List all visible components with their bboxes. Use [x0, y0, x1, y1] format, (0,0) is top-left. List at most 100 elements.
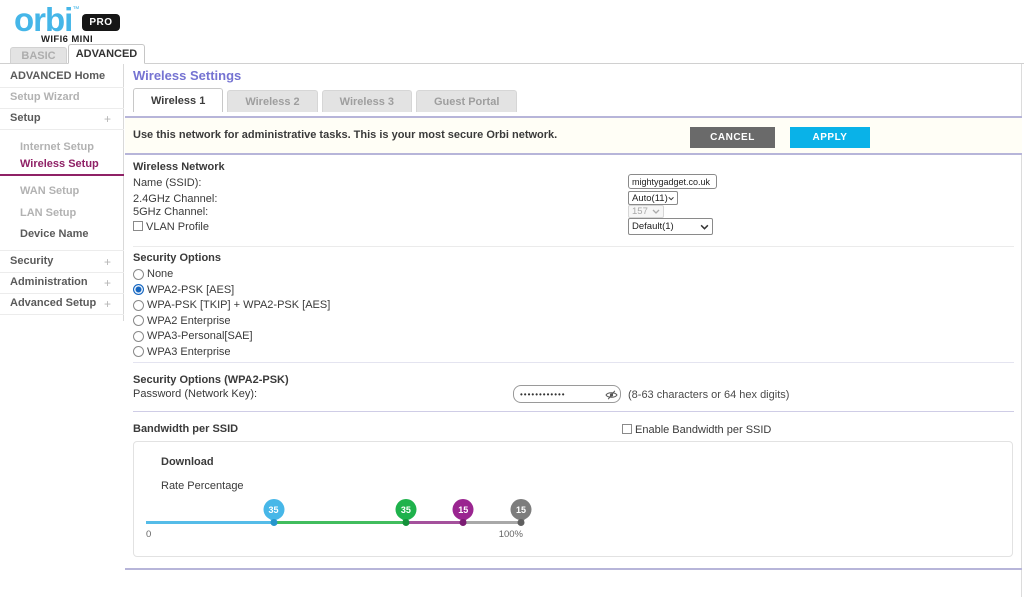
slider-pin-value: 35	[268, 505, 278, 515]
slider-pin-4[interactable]: 15	[511, 499, 532, 520]
divider	[0, 129, 124, 130]
slider-dot	[270, 519, 277, 526]
page-title: Wireless Settings	[133, 68, 241, 83]
divider	[0, 87, 124, 88]
chevron-down-icon	[652, 209, 660, 214]
sidebar-item-administration[interactable]: Administration	[10, 276, 88, 288]
sidebar-item-device-name[interactable]: Device Name	[20, 228, 89, 240]
sidebar-item-advanced-setup[interactable]: Advanced Setup	[10, 297, 96, 309]
sidebar-item-wireless-setup[interactable]: Wireless Setup	[20, 158, 99, 170]
notice-message: Use this network for administrative task…	[133, 129, 557, 141]
radio-icon[interactable]	[133, 269, 144, 280]
vlan-profile-select[interactable]: Default(1)	[628, 218, 713, 235]
tab-wireless-1[interactable]: Wireless 1	[133, 88, 223, 112]
sidebar-item-setup[interactable]: Setup	[10, 112, 41, 124]
slider-segment-4	[463, 521, 521, 524]
section-title: Wireless Network	[133, 161, 1014, 173]
channel-5ghz-label: 5GHz Channel:	[133, 206, 208, 218]
divider	[0, 272, 124, 273]
slider-pin-2[interactable]: 35	[395, 499, 416, 520]
slider-pin-1[interactable]: 35	[263, 499, 284, 520]
section-title: Security Options	[133, 252, 1014, 264]
expand-plus-icon[interactable]: +	[104, 255, 111, 269]
wireless-network-section: Wireless Network Name (SSID): 2.4GHz Cha…	[133, 161, 1014, 247]
bandwidth-box: Download Rate Percentage 35 35	[133, 441, 1013, 557]
channel-5ghz-select: 157	[628, 205, 664, 218]
tab-wireless-2[interactable]: Wireless 2	[227, 90, 317, 112]
active-item-underline	[0, 174, 124, 176]
tab-guest-portal[interactable]: Guest Portal	[416, 90, 517, 112]
ssid-input[interactable]	[628, 174, 717, 189]
chevron-down-icon	[700, 224, 709, 230]
sidebar-item-advanced-home[interactable]: ADVANCED Home	[10, 70, 105, 82]
expand-plus-icon[interactable]: +	[104, 112, 111, 126]
download-label: Download	[161, 456, 214, 468]
vlan-profile-row: VLAN Profile	[133, 221, 209, 233]
radio-icon[interactable]	[133, 315, 144, 326]
slider-segment-2	[274, 521, 406, 524]
enable-bandwidth-row: Enable Bandwidth per SSID	[622, 424, 771, 436]
brand-logo: orbi ™ PRO WIFI6 MINI	[14, 4, 120, 45]
sidebar-item-security[interactable]: Security	[10, 255, 53, 267]
tab-basic[interactable]: BASIC	[10, 47, 67, 64]
channel-5ghz-value: 157	[632, 206, 648, 217]
radio-icon[interactable]	[133, 346, 144, 357]
divider	[133, 411, 1014, 412]
radio-option-wpa2-enterprise[interactable]: WPA2 Enterprise	[133, 315, 231, 327]
radio-label: WPA3-Personal[SAE]	[147, 330, 253, 342]
ssid-label: Name (SSID):	[133, 177, 201, 189]
radio-option-wpa3-personal-sae[interactable]: WPA3-Personal[SAE]	[133, 330, 253, 342]
radio-label: WPA2-PSK [AES]	[147, 284, 234, 296]
radio-icon[interactable]	[133, 300, 144, 311]
sidebar: ADVANCED Home Setup Wizard Setup + Inter…	[0, 64, 124, 321]
sidebar-item-setup-wizard[interactable]: Setup Wizard	[10, 91, 80, 103]
bandwidth-section: Bandwidth per SSID Enable Bandwidth per …	[133, 423, 1014, 563]
wpa2-psk-section: Security Options (WPA2-PSK) Password (Ne…	[133, 374, 1014, 411]
trademark-symbol: ™	[72, 6, 79, 13]
tab-wireless-3[interactable]: Wireless 3	[322, 90, 412, 112]
vlan-profile-label: VLAN Profile	[146, 221, 209, 233]
divider	[0, 293, 124, 294]
slider-pin-3[interactable]: 15	[453, 499, 474, 520]
sidebar-item-wan-setup[interactable]: WAN Setup	[20, 185, 79, 197]
divider	[133, 362, 1014, 363]
radio-option-wpa3-enterprise[interactable]: WPA3 Enterprise	[133, 346, 231, 358]
radio-label: WPA3 Enterprise	[147, 346, 231, 358]
cancel-button[interactable]: CANCEL	[690, 127, 775, 148]
password-label: Password (Network Key):	[133, 388, 257, 400]
slider-pin-value: 15	[458, 505, 468, 515]
radio-label: WPA-PSK [TKIP] + WPA2-PSK [AES]	[147, 299, 330, 311]
section-title: Bandwidth per SSID	[133, 423, 1014, 435]
slider-segment-1	[146, 521, 274, 524]
main-content: Wireless Settings Wireless 1 Wireless 2 …	[125, 64, 1022, 597]
sidebar-item-internet-setup[interactable]: Internet Setup	[20, 141, 94, 153]
expand-plus-icon[interactable]: +	[104, 276, 111, 290]
slider-pin-value: 35	[401, 505, 411, 515]
wireless-subtabs: Wireless 1 Wireless 2 Wireless 3 Guest P…	[133, 88, 517, 112]
slider-segment-3	[406, 521, 463, 524]
slider-pin-value: 15	[516, 505, 526, 515]
apply-button[interactable]: APPLY	[790, 127, 870, 148]
radio-option-wpa-psk-tkip-wpa2-psk-aes[interactable]: WPA-PSK [TKIP] + WPA2-PSK [AES]	[133, 299, 330, 311]
tab-advanced[interactable]: ADVANCED	[68, 44, 145, 64]
pro-badge: PRO	[82, 14, 119, 31]
divider	[133, 246, 1014, 247]
radio-icon[interactable]	[133, 331, 144, 342]
radio-icon-selected[interactable]	[133, 284, 144, 295]
channel-24ghz-select[interactable]: Auto(11)	[628, 191, 678, 205]
vlan-profile-checkbox[interactable]	[133, 221, 143, 231]
enable-bandwidth-label: Enable Bandwidth per SSID	[635, 424, 771, 436]
slider-dot	[518, 519, 525, 526]
radio-label: WPA2 Enterprise	[147, 315, 231, 327]
chevron-down-icon	[668, 196, 674, 201]
radio-option-none[interactable]: None	[133, 268, 173, 280]
bottom-divider	[125, 568, 1022, 570]
slider-max-label: 100%	[499, 529, 523, 540]
sidebar-item-lan-setup[interactable]: LAN Setup	[20, 207, 76, 219]
show-password-icon[interactable]	[605, 388, 618, 406]
enable-bandwidth-checkbox[interactable]	[622, 424, 632, 434]
radio-label: None	[147, 268, 173, 280]
radio-option-wpa2-psk-aes[interactable]: WPA2-PSK [AES]	[133, 284, 234, 296]
slider-dot	[460, 519, 467, 526]
expand-plus-icon[interactable]: +	[104, 297, 111, 311]
